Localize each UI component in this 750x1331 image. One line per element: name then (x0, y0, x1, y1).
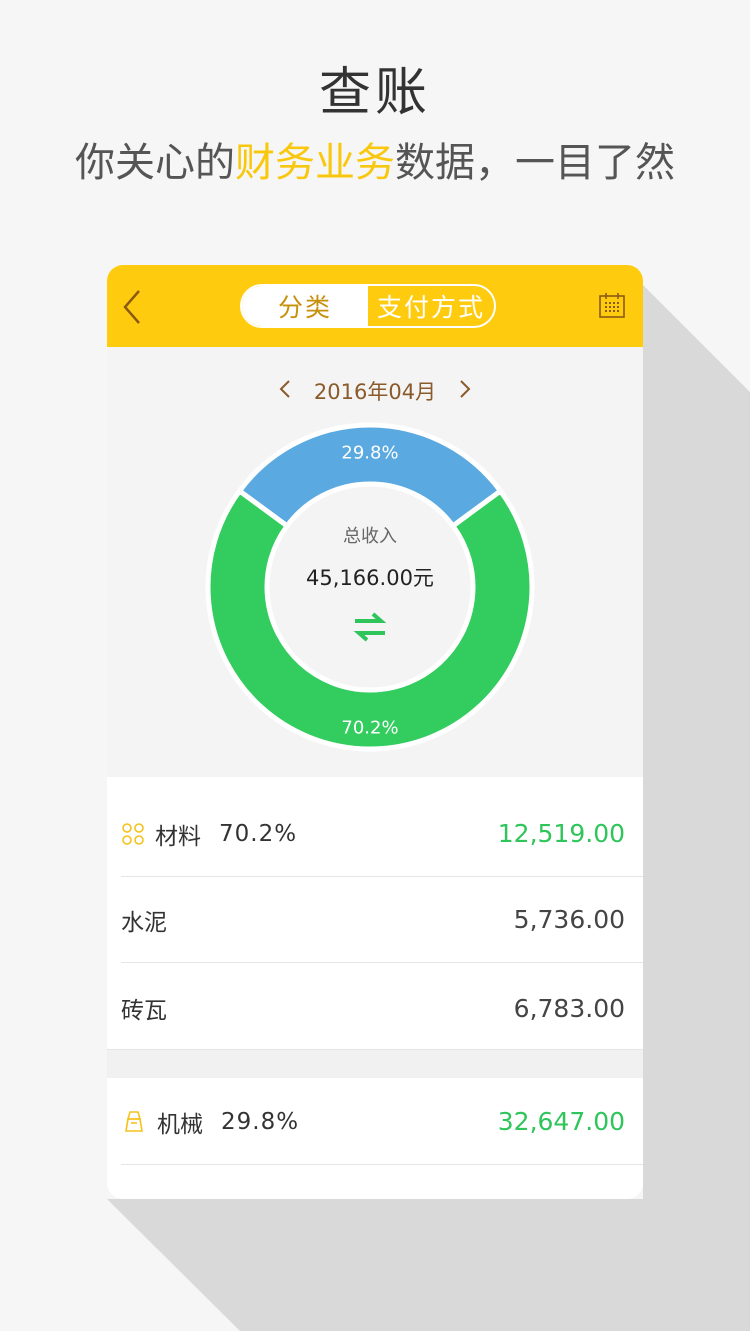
machine-icon (125, 1110, 143, 1132)
tab-payment-method[interactable]: 支付方式 (368, 286, 494, 326)
category-row-machine[interactable]: 机械 29.8% 32,647.00 (121, 1079, 643, 1165)
tab-category[interactable]: 分类 (242, 286, 368, 326)
subitem-name: 砖瓦 (121, 998, 167, 1024)
material-grid-icon (122, 822, 144, 845)
calendar-button[interactable] (598, 291, 626, 319)
donut-center: 总收入 45,166.00元 (270, 522, 470, 648)
center-caption: 总收入 (343, 526, 397, 547)
category-name: 机械 (157, 1111, 203, 1138)
phone-card: 分类 支付方式 2016年04月 29.8% 70.2% 总收入 45,166.… (107, 265, 643, 1199)
category-percent: 70.2% (219, 820, 298, 847)
swap-button[interactable] (270, 610, 470, 648)
category-amount: 12,519.00 (497, 819, 625, 848)
promo-title: 查账 (318, 63, 431, 123)
next-month-button[interactable] (458, 377, 472, 405)
promo-subtitle-prefix: 你关心的 (75, 140, 235, 186)
category-row-material[interactable]: 材料 70.2% 12,519.00 (121, 791, 643, 877)
prev-month-button[interactable] (278, 377, 292, 405)
calendar-icon (599, 293, 625, 318)
promo-subtitle: 你关心的财务业务数据，一目了然 (0, 130, 750, 188)
donut-label-机械: 29.8% (341, 443, 398, 464)
chevron-right-icon (460, 380, 471, 398)
section-divider (107, 1049, 643, 1078)
subitem-row[interactable]: 水泥 5,736.00 (121, 877, 643, 963)
swap-arrows-icon (353, 612, 387, 642)
back-button[interactable] (117, 287, 147, 327)
promo-subtitle-highlight: 财务业务 (235, 140, 395, 186)
chevron-left-icon (123, 290, 140, 324)
subitem-row[interactable]: 砖瓦 6,783.00 (121, 965, 643, 1051)
subitem-name: 水泥 (121, 909, 167, 936)
chevron-left-icon (279, 380, 290, 398)
center-total: 45,166.00元 (306, 566, 434, 590)
segmented-tabs: 分类 支付方式 (240, 284, 496, 328)
subitem-amount: 6,783.00 (513, 993, 625, 1023)
donut-label-材料: 70.2% (341, 718, 398, 739)
app-header: 分类 支付方式 (107, 265, 643, 347)
category-name: 材料 (155, 823, 201, 850)
donut-slice-机械[interactable] (236, 422, 504, 530)
month-navigator: 2016年04月 (107, 371, 643, 411)
category-amount: 32,647.00 (497, 1107, 625, 1136)
month-label: 2016年04月 (313, 380, 437, 404)
category-percent: 29.8% (221, 1108, 300, 1135)
promo-subtitle-suffix: 数据，一目了然 (395, 140, 675, 186)
subitem-amount: 5,736.00 (513, 905, 625, 934)
